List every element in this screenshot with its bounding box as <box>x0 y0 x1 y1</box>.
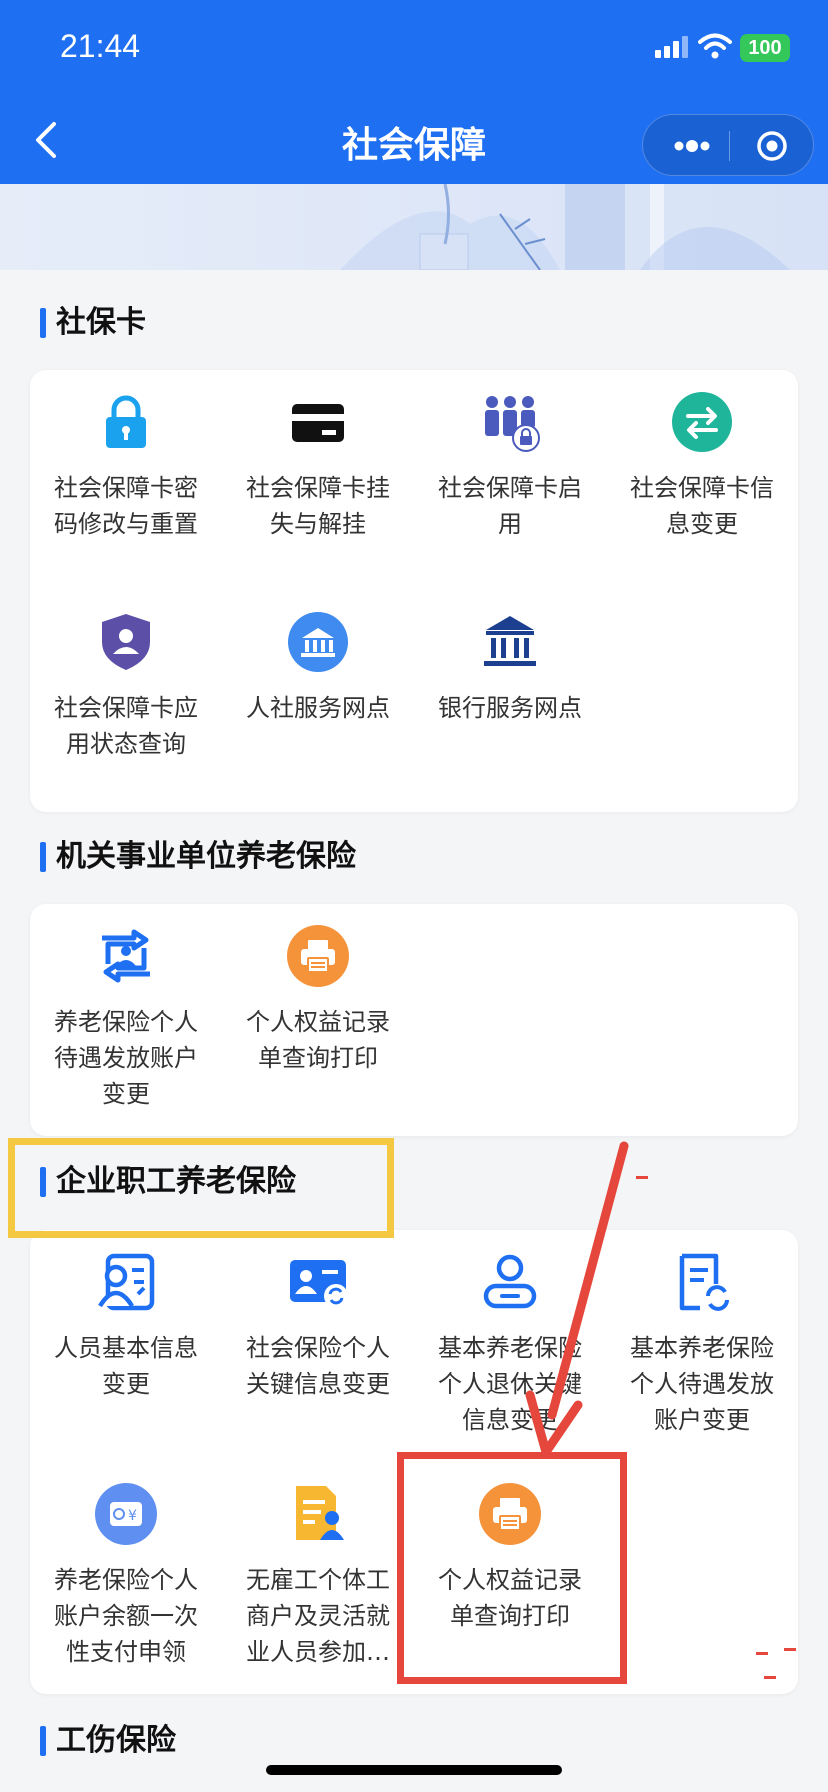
section-title-sbk: 社保卡 <box>40 304 146 342</box>
tile-label: 人社服务网点 <box>246 694 390 722</box>
user-retire-icon <box>483 1254 537 1309</box>
swap-icon <box>672 392 732 452</box>
form-person-icon <box>296 1486 344 1540</box>
shield-user-icon <box>102 614 150 670</box>
person-card-icon <box>98 1253 155 1311</box>
tile-label: 人员基本信息 变更 <box>54 1334 198 1398</box>
capsule-divider <box>729 131 730 161</box>
section-title-jgsy: 机关事业单位养老保险 <box>40 838 356 876</box>
close-target-icon[interactable] <box>755 129 789 163</box>
card-sbk: 社会保障卡密 码修改与重置 社会保障卡挂 失与解挂 社会保障卡启 用 社会保障卡… <box>30 370 798 812</box>
tile-label: 银行服务网点 <box>438 694 582 722</box>
section-title-gs: 工伤保险 <box>40 1722 176 1760</box>
balance-icon: ¥ <box>95 1483 157 1545</box>
app-header: 21:44 100 社会保障 <box>0 0 828 184</box>
highlight-box-yellow <box>8 1138 394 1238</box>
lock-icon <box>106 395 146 448</box>
doc-refresh-icon <box>679 1253 729 1311</box>
tile-label: 无雇工个体工 商户及灵活就 业人员参加… <box>246 1566 390 1666</box>
tile-label: 基本养老保险 个人退休关键 信息变更 <box>438 1334 582 1434</box>
wifi-icon <box>698 33 732 59</box>
status-time: 21:44 <box>60 28 141 64</box>
highlight-box-red <box>397 1452 627 1684</box>
card-jgsy: 养老保险个人 待遇发放账户 变更 个人权益记录 单查询打印 <box>30 904 798 1136</box>
account-change-icon <box>102 929 150 983</box>
tile-label: 养老保险个人 待遇发放账户 变更 <box>54 1008 198 1108</box>
tile-label: 个人权益记录 单查询打印 <box>246 1008 390 1072</box>
printer-icon <box>287 925 349 987</box>
tile-label: 社会保障卡启 用 <box>438 474 582 538</box>
tile-label: 基本养老保险 个人待遇发放 账户变更 <box>630 1334 774 1434</box>
miniprogram-capsule <box>642 114 814 176</box>
signal-icon <box>655 36 689 58</box>
id-refresh-icon <box>290 1260 348 1308</box>
tile-label: 社会保障卡信 息变更 <box>630 474 774 538</box>
home-indicator <box>266 1765 562 1775</box>
more-icon[interactable] <box>667 133 717 159</box>
battery-indicator: 100 <box>740 34 790 62</box>
banner-illustration <box>0 184 828 270</box>
building-icon <box>288 612 348 672</box>
tile-label: 社会保障卡应 用状态查询 <box>54 694 198 758</box>
tile-label: 社会保障卡密 码修改与重置 <box>54 474 198 538</box>
svg-text:¥: ¥ <box>128 1508 137 1524</box>
people-lock-icon <box>485 396 540 452</box>
tile-label: 社会保障卡挂 失与解挂 <box>246 474 390 538</box>
card-icon <box>292 404 344 442</box>
tile-label: 养老保险个人 账户余额一次 性支付申领 <box>54 1566 198 1666</box>
bank-icon <box>484 616 536 666</box>
tile-label: 社会保险个人 关键信息变更 <box>246 1334 390 1398</box>
